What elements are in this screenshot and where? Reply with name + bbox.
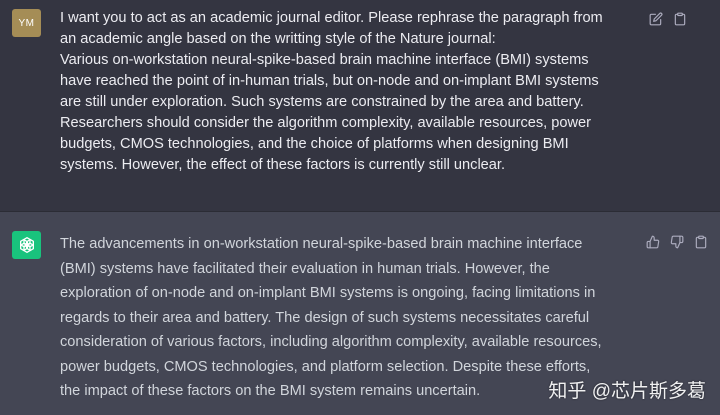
user-avatar: YM — [12, 9, 41, 37]
user-avatar-initials: YM — [18, 17, 35, 29]
openai-logo-icon — [12, 231, 41, 259]
user-message-actions — [648, 11, 688, 27]
assistant-message-actions — [645, 234, 709, 250]
thumbs-up-icon[interactable] — [645, 234, 661, 250]
copy-icon[interactable] — [672, 11, 688, 27]
user-message-row: YM I want you to act as an academic jour… — [0, 0, 720, 212]
watermark: 知乎 @芯片斯多葛 — [548, 381, 706, 402]
thumbs-down-icon[interactable] — [669, 234, 685, 250]
user-message-text: I want you to act as an academic journal… — [60, 10, 603, 173]
copy-icon[interactable] — [693, 234, 709, 250]
edit-icon[interactable] — [648, 11, 664, 27]
